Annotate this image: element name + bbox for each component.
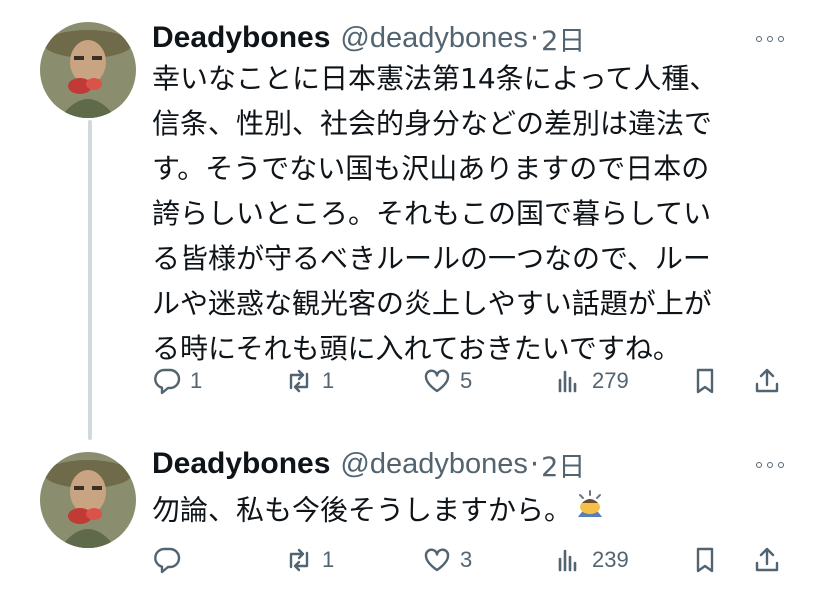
tweet-actions: 1 3 239: [152, 540, 792, 580]
tweet[interactable]: Deadybones @deadybones · 2日 幸いなことに日本憲法第1…: [0, 0, 828, 420]
separator: ·: [529, 21, 540, 55]
timestamp[interactable]: 2日: [541, 445, 585, 484]
tweet-text: 勿論、私も今後そうしますから。: [152, 487, 792, 536]
tweet-text-content: 勿論、私も今後そうしますから。: [152, 493, 573, 527]
person-bowing-emoji: [572, 487, 608, 536]
user-handle[interactable]: @deadybones: [340, 448, 527, 481]
heart-icon: [424, 548, 450, 572]
separator: ·: [529, 447, 540, 481]
retweet-button[interactable]: 1: [284, 540, 334, 580]
like-button[interactable]: 3: [422, 540, 472, 580]
views-icon: [558, 549, 577, 572]
tweet-header: Deadybones @deadybones · 2日: [152, 444, 585, 484]
bookmark-icon: [696, 547, 714, 573]
retweet-button[interactable]: 1: [284, 361, 334, 401]
tweet-header: Deadybones @deadybones · 2日: [152, 18, 585, 58]
share-icon: [755, 368, 779, 393]
timestamp[interactable]: 2日: [541, 19, 585, 58]
reply-icon: [154, 368, 181, 395]
avatar[interactable]: [40, 22, 136, 118]
like-button[interactable]: 5: [422, 361, 472, 401]
bookmark-icon: [696, 368, 714, 394]
retweet-icon: [289, 548, 309, 572]
retweet-count: 1: [322, 368, 335, 393]
reply-icon: [154, 547, 181, 574]
retweet-count: 1: [322, 547, 335, 572]
bookmark-button[interactable]: [690, 540, 720, 580]
like-count: 3: [460, 547, 473, 572]
views-icon: [558, 370, 577, 393]
tweet-actions: 1 1 5 279: [152, 361, 792, 401]
views-count: 239: [592, 547, 629, 572]
views-count: 279: [592, 368, 629, 393]
display-name[interactable]: Deadybones: [152, 447, 330, 481]
share-icon: [755, 547, 779, 572]
reply-button[interactable]: [152, 540, 190, 580]
reply-button[interactable]: 1: [152, 361, 202, 401]
more-icon[interactable]: [756, 36, 784, 42]
share-button[interactable]: [752, 540, 782, 580]
views-button[interactable]: 279: [554, 361, 629, 401]
retweet-icon: [289, 369, 309, 393]
bookmark-button[interactable]: [690, 361, 720, 401]
share-button[interactable]: [752, 361, 782, 401]
user-handle[interactable]: @deadybones: [340, 22, 527, 55]
reply-count: 1: [190, 368, 203, 393]
tweet-text: 幸いなことに日本憲法第14条によって人種、 信条、性別、社会的身分などの差別は違…: [152, 62, 718, 365]
display-name[interactable]: Deadybones: [152, 21, 330, 55]
heart-icon: [424, 369, 450, 393]
like-count: 5: [460, 368, 473, 393]
more-icon[interactable]: [756, 462, 784, 468]
tweet[interactable]: Deadybones @deadybones · 2日 勿論、私も今後そうします…: [0, 440, 828, 595]
avatar[interactable]: [40, 452, 136, 548]
views-button[interactable]: 239: [554, 540, 629, 580]
